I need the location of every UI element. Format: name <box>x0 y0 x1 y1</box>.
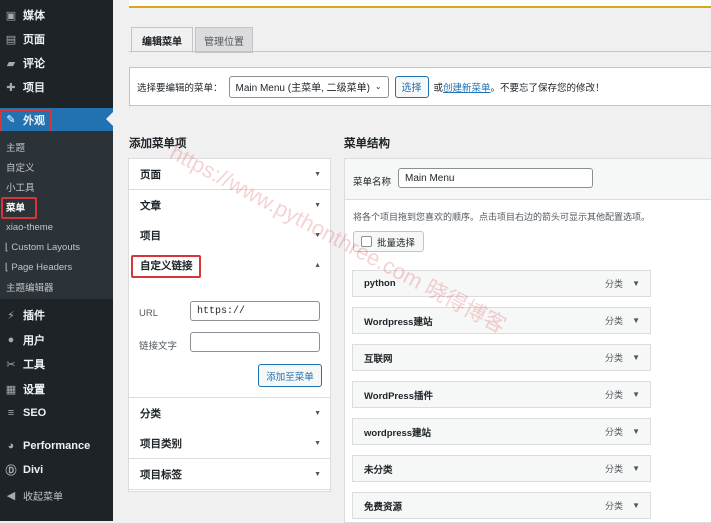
highlight-box-custom-links <box>131 255 201 278</box>
checkbox[interactable] <box>361 236 372 247</box>
caret-down-icon[interactable]: ▼ <box>632 501 640 510</box>
tab-divider <box>129 51 711 52</box>
sidebar-item-projects[interactable]: ✚ 项目 <box>0 76 113 98</box>
accordion-project-categories[interactable]: 项目类别 ▼ <box>129 428 330 459</box>
tab-manage-locations[interactable]: 管理位置 <box>195 27 253 53</box>
menu-item[interactable]: python 分类 ▼ <box>352 270 651 297</box>
save-reminder-text: 。不要忘了保存您的修改！ <box>490 82 605 94</box>
caret-down-icon[interactable]: ▼ <box>632 427 640 436</box>
sidebar-item-plugins[interactable]: ⚡ 插件 <box>0 304 113 326</box>
caret-down-icon: ▼ <box>314 439 321 447</box>
add-menu-items-accordion: 页面 ▼ 文章 ▼ 项目 ▼ 自定义链接 ▲ URL https:// 链接文字 添加至… <box>128 158 331 492</box>
submenu-xiao-theme[interactable]: xiao-theme <box>0 218 113 236</box>
sidebar-item-comments[interactable]: ▰ 评论 <box>0 52 113 74</box>
submenu-page-headers[interactable]: ⌊ Page Headers <box>0 258 113 276</box>
accordion-project-tags[interactable]: 项目标签 ▼ <box>129 459 330 490</box>
highlight-box-menus <box>1 197 37 219</box>
tab-edit-menus[interactable]: 编辑菜单 <box>131 27 193 53</box>
sidebar-item-users[interactable]: ● 用户 <box>0 329 113 351</box>
menu-select-dropdown[interactable]: Main Menu (主菜单, 二级菜单) ⌄ <box>228 75 389 98</box>
seo-icon: ≡ <box>7 407 15 419</box>
accordion-categories[interactable]: 分类 ▼ <box>129 397 330 429</box>
caret-down-icon[interactable]: ▼ <box>632 279 640 288</box>
menu-item[interactable]: 未分类 分类 ▼ <box>352 455 651 482</box>
menu-select-bar: 选择要编辑的菜单： Main Menu (主菜单, 二级菜单) ⌄ 选择 或 创… <box>129 67 711 106</box>
page-icon: ▤ <box>5 33 17 46</box>
collapse-menu-button[interactable]: ◀ 收起菜单 <box>0 484 113 506</box>
menu-item[interactable]: WordPress插件 分类 ▼ <box>352 381 651 408</box>
caret-down-icon: ▼ <box>314 409 321 417</box>
select-menu-button[interactable]: 选择 <box>394 75 429 98</box>
caret-down-icon: ▼ <box>314 170 321 178</box>
admin-sidebar: ▣ 媒体 ▤ 页面 ▰ 评论 ✚ 项目 ✎ 外观 主题 自定义 小工具 菜单 xiao-t… <box>0 0 113 521</box>
link-text-label: 链接文字 <box>139 341 178 352</box>
add-to-menu-button[interactable]: 添加至菜单 <box>258 364 322 387</box>
caret-down-icon: ▼ <box>314 470 321 478</box>
submenu-themes[interactable]: 主题 <box>0 138 113 156</box>
accordion-posts[interactable]: 文章 ▼ <box>129 190 330 221</box>
select-prompt: 选择要编辑的菜单： <box>137 82 223 94</box>
submenu-custom-layouts[interactable]: ⌊ Custom Layouts <box>0 238 113 256</box>
caret-down-icon[interactable]: ▼ <box>632 353 640 362</box>
url-input[interactable]: https:// <box>190 301 320 321</box>
highlight-box-appearance <box>0 109 52 133</box>
menu-name-input[interactable]: Main Menu <box>398 168 593 188</box>
chevron-down-icon: ⌄ <box>374 82 382 91</box>
accordion-pages[interactable]: 页面 ▼ <box>129 159 330 190</box>
media-icon: ▣ <box>5 9 17 22</box>
link-text-input[interactable] <box>190 332 320 352</box>
current-menu-arrow <box>106 112 113 126</box>
menu-item[interactable]: 免费资源 分类 ▼ <box>352 492 651 519</box>
tool-icon: ✂ <box>6 358 16 371</box>
add-menu-items-heading: 添加菜单项 <box>129 138 187 150</box>
comment-icon: ▰ <box>6 57 16 70</box>
bulk-select-button[interactable]: 批量选择 <box>353 231 424 252</box>
menu-name-label: 菜单名称 <box>353 177 392 188</box>
submenu-theme-editor[interactable]: 主题编辑器 <box>0 278 113 296</box>
accordion-projects[interactable]: 项目 ▼ <box>129 220 330 251</box>
divi-icon: Ⓓ <box>5 465 17 477</box>
create-new-menu-link[interactable]: 创建新菜单 <box>443 80 491 94</box>
url-label: URL <box>139 308 159 319</box>
menu-structure-heading: 菜单结构 <box>344 138 390 150</box>
menu-item[interactable]: Wordpress建站 分类 ▼ <box>352 307 651 334</box>
menu-name-header: 菜单名称 Main Menu <box>345 159 711 200</box>
notice-bar <box>129 0 711 8</box>
sidebar-item-performance[interactable]: ◕ Performance <box>0 435 113 457</box>
performance-icon: ◕ <box>7 440 15 452</box>
menu-item[interactable]: 互联网 分类 ▼ <box>352 344 651 371</box>
caret-down-icon[interactable]: ▼ <box>632 390 640 399</box>
caret-down-icon[interactable]: ▼ <box>632 316 640 325</box>
caret-down-icon: ▼ <box>314 201 321 209</box>
project-icon: ✚ <box>6 81 16 94</box>
sidebar-item-divi[interactable]: Ⓓ Divi <box>0 459 113 481</box>
sidebar-item-settings[interactable]: ▦ 设置 <box>0 378 113 400</box>
submenu-widgets[interactable]: 小工具 <box>0 178 113 196</box>
plugin-icon: ⚡ <box>7 309 15 322</box>
submenu-customize[interactable]: 自定义 <box>0 158 113 176</box>
drag-hint-text: 将各个项目拖到您喜欢的顺序。点击项目右边的箭头可显示其他配置选项。 <box>353 212 651 222</box>
caret-up-icon: ▲ <box>314 261 321 269</box>
sidebar-item-tools[interactable]: ✂ 工具 <box>0 353 113 375</box>
or-text: 或 <box>433 82 444 94</box>
menu-item[interactable]: wordpress建站 分类 ▼ <box>352 418 651 445</box>
settings-icon: ▦ <box>5 383 17 396</box>
sidebar-item-media[interactable]: ▣ 媒体 <box>0 4 113 26</box>
caret-down-icon[interactable]: ▼ <box>632 464 640 473</box>
caret-down-icon: ▼ <box>314 231 321 239</box>
collapse-icon: ◀ <box>6 489 16 502</box>
sidebar-item-pages[interactable]: ▤ 页面 <box>0 28 113 50</box>
user-icon: ● <box>7 334 15 346</box>
sidebar-item-seo[interactable]: ≡ SEO <box>0 402 113 424</box>
